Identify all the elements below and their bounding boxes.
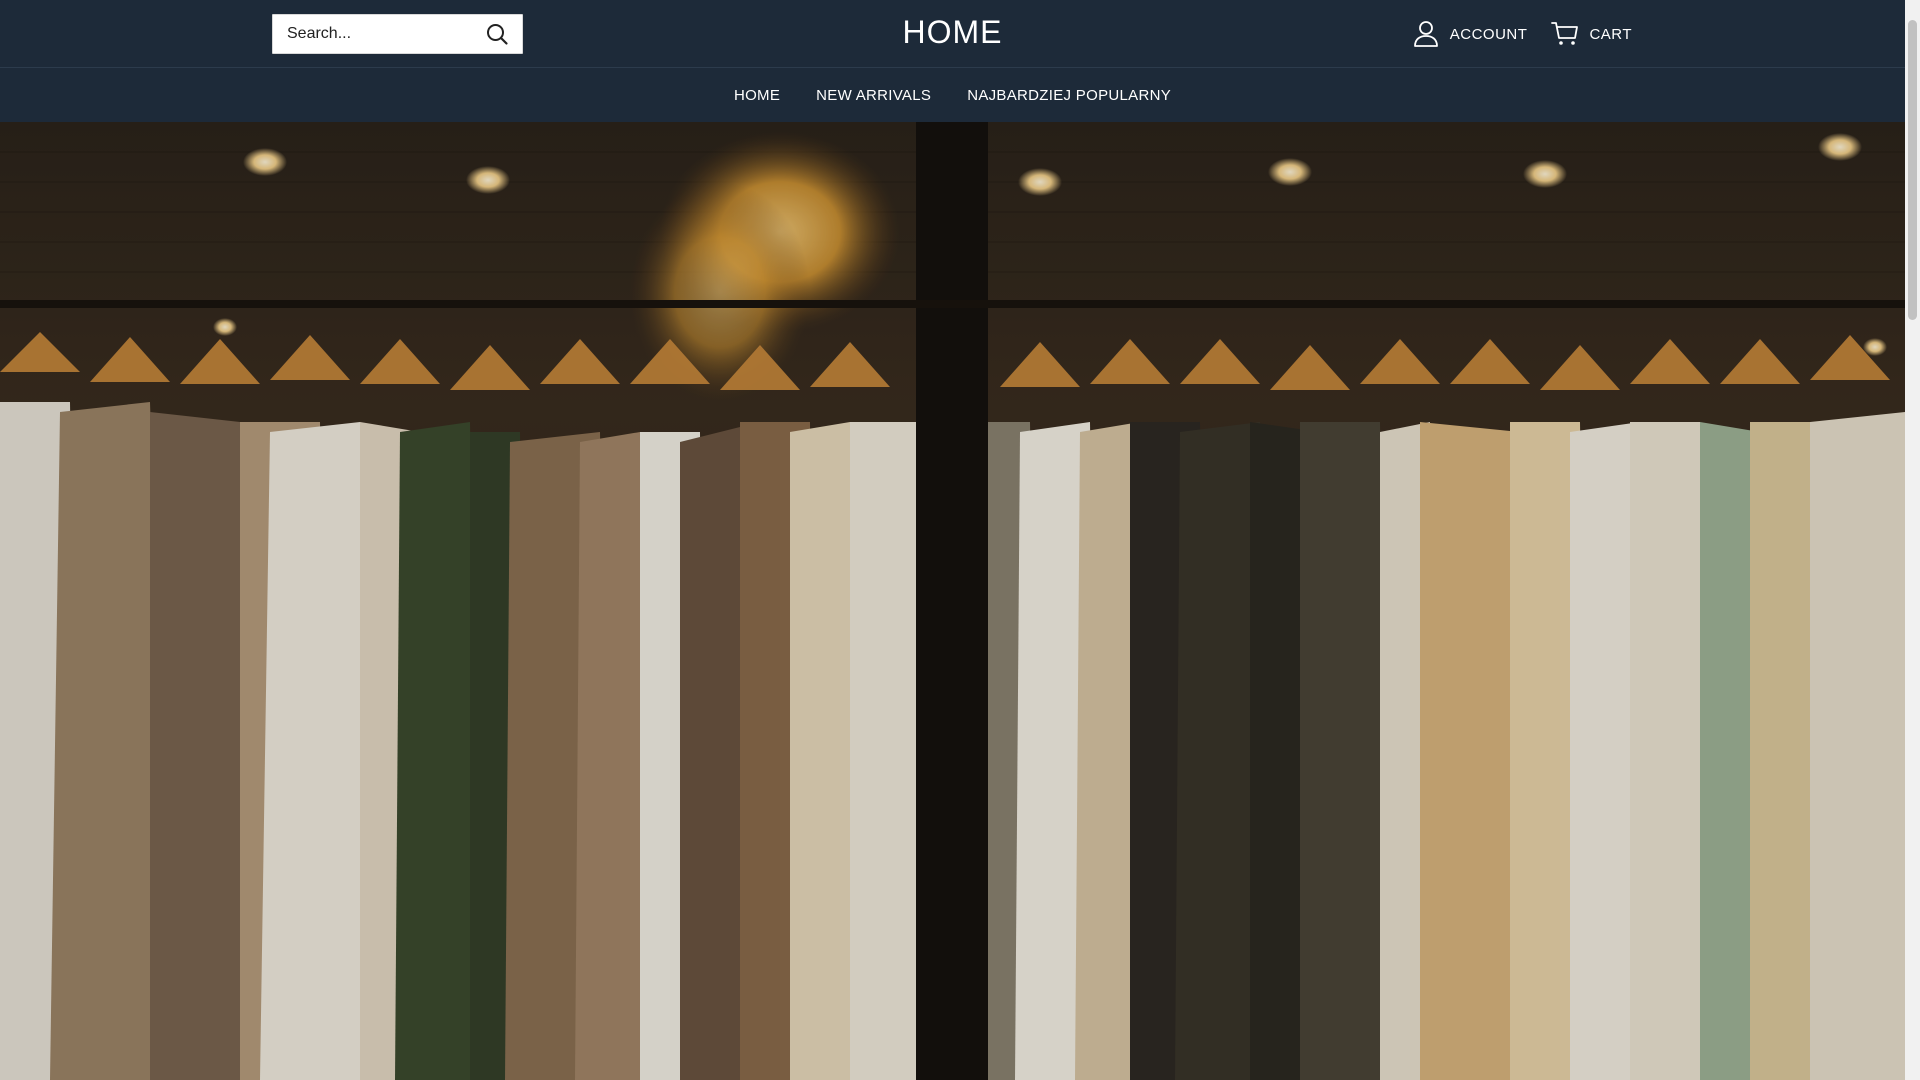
search-button[interactable] [472,15,522,53]
page-scrollbar[interactable] [1905,0,1920,1080]
cart-icon [1549,18,1581,50]
nav-item-most-popular[interactable]: NAJBARDZIEJ POPULARNY [949,87,1189,104]
site-title[interactable]: HOME [903,14,1003,50]
nav-item-new-arrivals[interactable]: NEW ARRIVALS [798,87,949,104]
user-icon [1410,18,1442,50]
hero-banner [0,122,1905,1080]
header-links: ACCOUNT CART [1410,18,1632,50]
page: HOME ACCOUNT [0,0,1905,1080]
nav-item-home[interactable]: HOME [716,87,798,104]
site-header: HOME ACCOUNT [0,0,1905,68]
account-label: ACCOUNT [1449,25,1528,43]
scrollbar-thumb[interactable] [1908,20,1917,320]
search-icon [487,24,508,45]
cart-label: CART [1589,25,1632,43]
main-nav: HOME NEW ARRIVALS NAJBARDZIEJ POPULARNY [0,69,1905,122]
account-link[interactable]: ACCOUNT [1410,18,1528,50]
cart-link[interactable]: CART [1549,18,1632,50]
hero-image[interactable] [0,122,1905,1080]
search-input[interactable] [273,15,473,53]
search-form [272,14,523,54]
